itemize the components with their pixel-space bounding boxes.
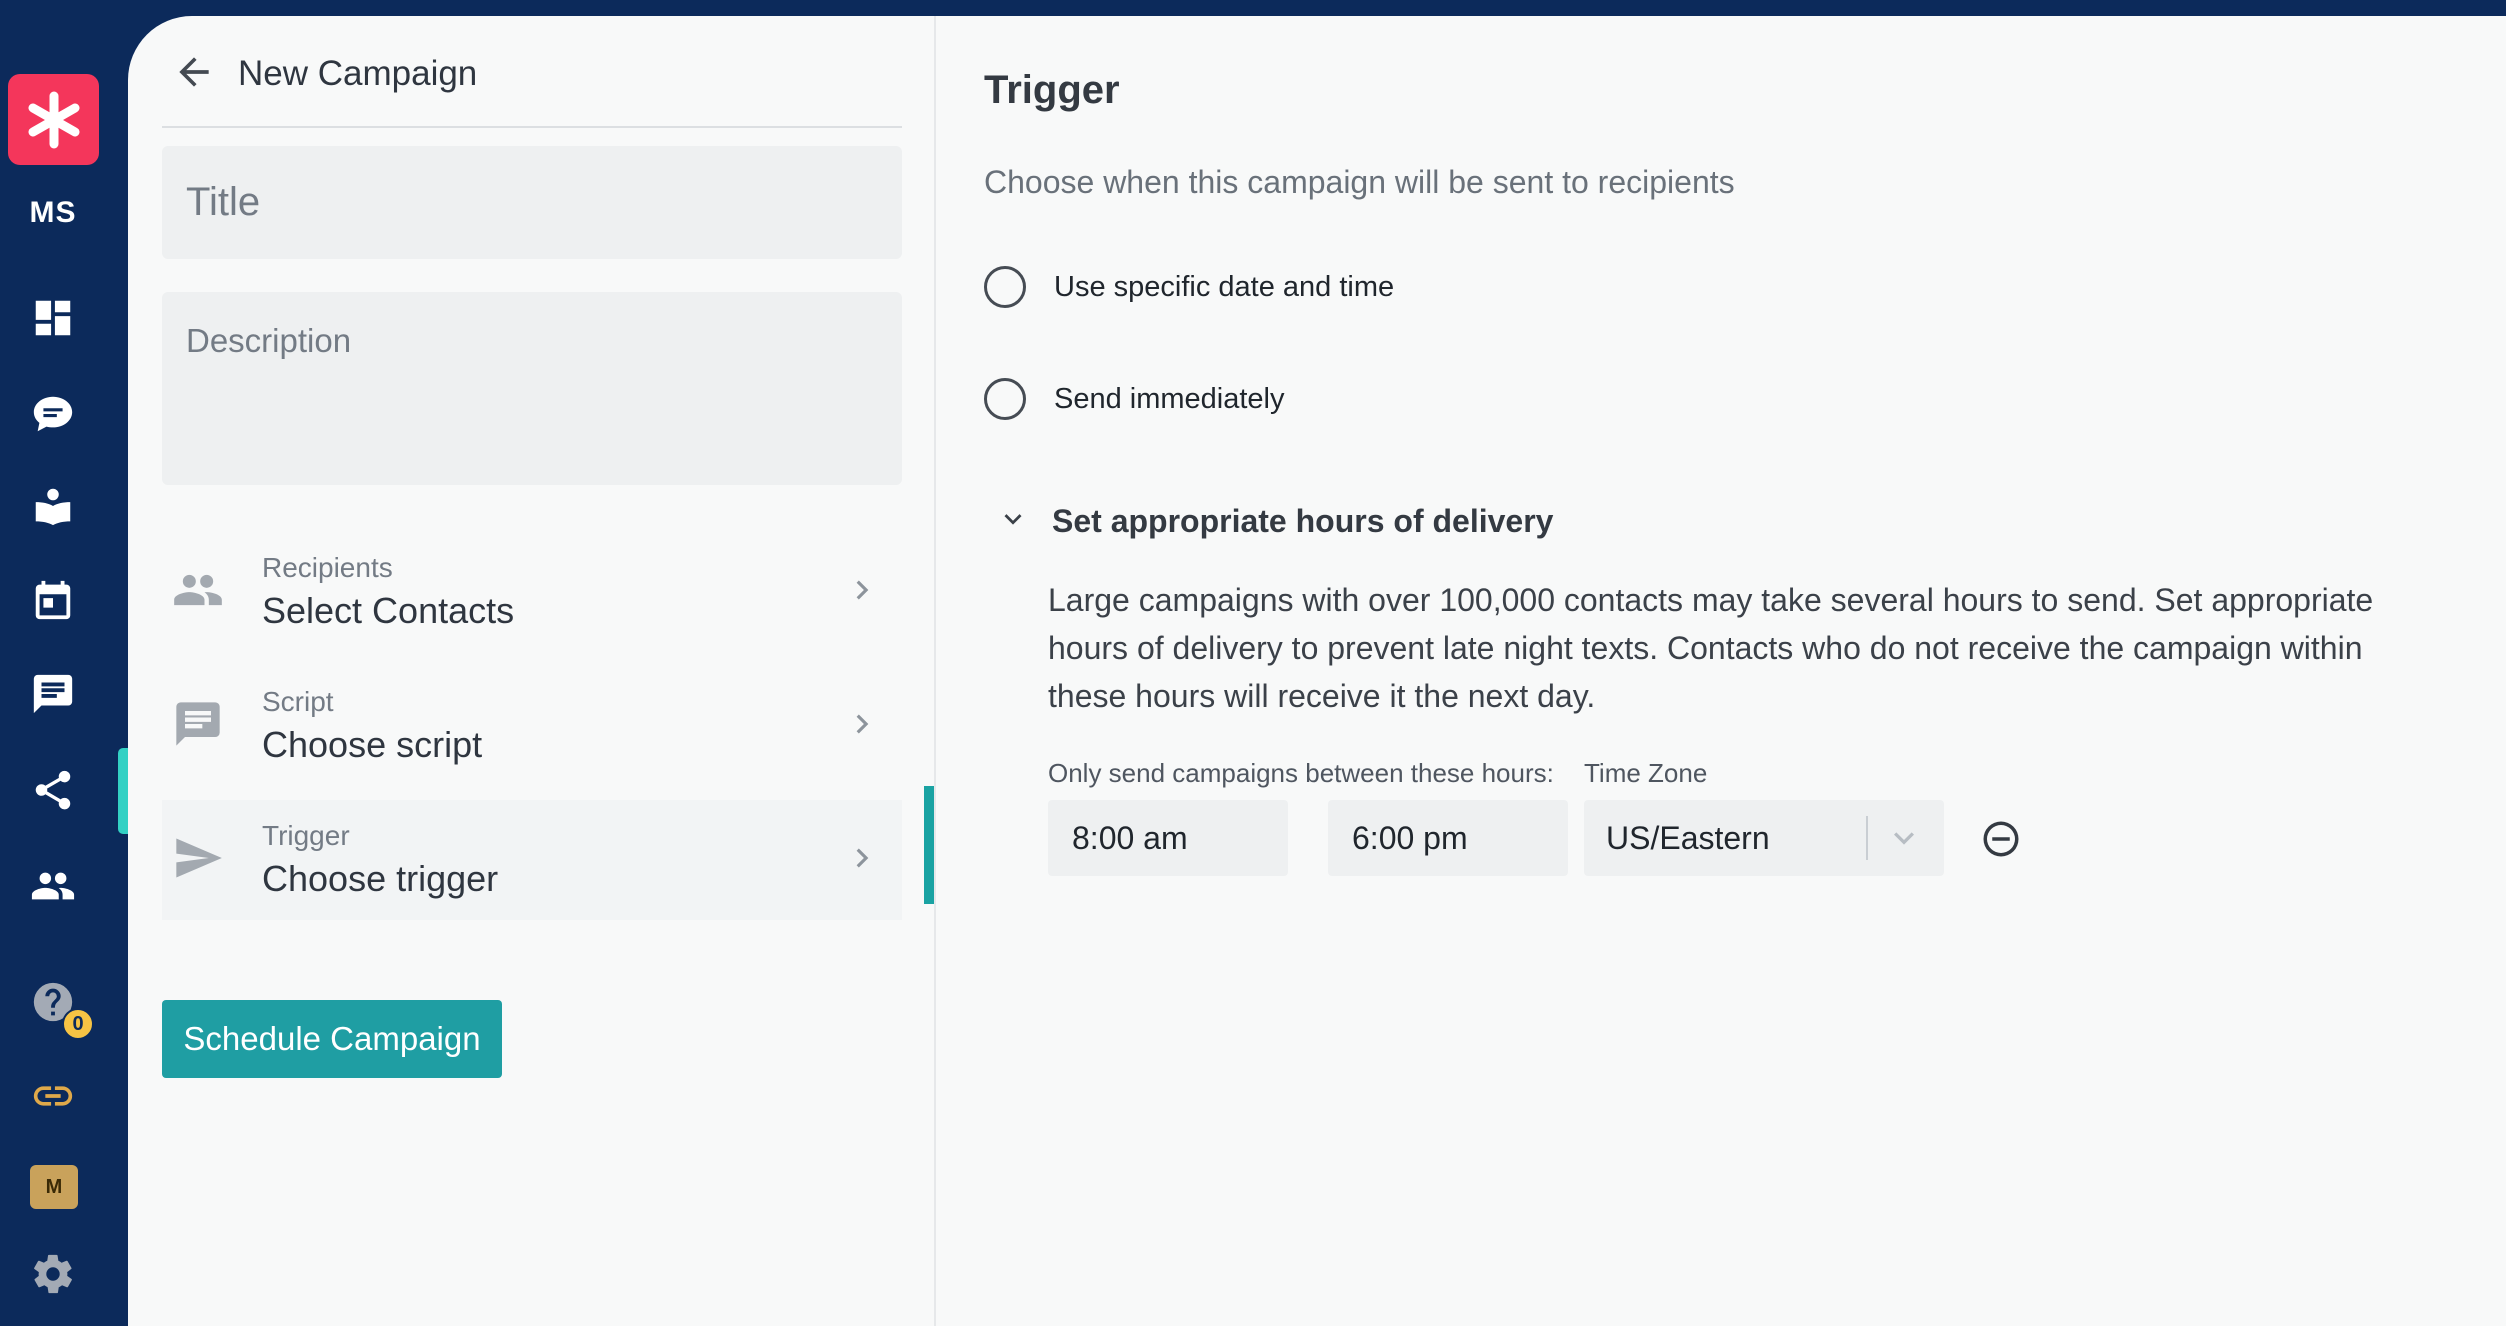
chevron-down-icon[interactable] <box>1884 818 1924 858</box>
radio-button[interactable] <box>984 378 1026 420</box>
chat-bubbles-icon[interactable] <box>29 390 77 438</box>
step-script[interactable]: Script Choose script <box>162 666 902 786</box>
asterisk-logo-icon <box>28 91 79 148</box>
start-time-input[interactable]: 8:00 am <box>1048 800 1288 876</box>
step-label: Trigger <box>262 820 350 851</box>
back-arrow-icon[interactable] <box>172 50 216 99</box>
workspace-initials[interactable]: MS <box>0 196 106 230</box>
trigger-subtitle: Choose when this campaign will be sent t… <box>984 164 1735 200</box>
page-title: New Campaign <box>238 54 478 93</box>
campaign-editor-card: New Campaign Recipients Select Contacts … <box>128 16 2506 1326</box>
timezone-label: Time Zone <box>1584 758 1708 788</box>
settings-gear-icon[interactable] <box>29 1250 77 1298</box>
campaign-form-panel: New Campaign Recipients Select Contacts … <box>128 16 936 1326</box>
timezone-value: US/Eastern <box>1606 819 1770 856</box>
delivery-hours-toggle[interactable]: Set appropriate hours of delivery <box>996 502 1553 541</box>
step-value: Select Contacts <box>262 590 515 631</box>
help-count-badge: 0 <box>62 1008 94 1040</box>
radio-label[interactable]: Use specific date and time <box>1054 271 1394 304</box>
step-label: Script <box>262 686 334 717</box>
step-trigger[interactable]: Trigger Choose trigger <box>162 800 902 920</box>
send-icon <box>172 832 224 889</box>
people-icon <box>172 564 224 621</box>
radio-label[interactable]: Send immediately <box>1054 383 1285 416</box>
step-value: Choose trigger <box>262 858 499 899</box>
step-value: Choose script <box>262 724 483 765</box>
brand-logo[interactable] <box>8 74 99 165</box>
description-input[interactable] <box>162 292 902 485</box>
chevron-right-icon <box>843 571 881 614</box>
select-separator <box>1866 816 1868 860</box>
hours-label: Only send campaigns between these hours: <box>1048 758 1554 788</box>
chevron-right-icon <box>843 705 881 748</box>
chevron-right-icon <box>843 839 881 882</box>
delivery-heading[interactable]: Set appropriate hours of delivery <box>1052 503 1553 540</box>
rail-active-indicator <box>118 748 128 834</box>
campaigns-share-icon[interactable] <box>29 766 77 814</box>
delivery-description: Large campaigns with over 100,000 contac… <box>1048 582 2374 714</box>
title-input[interactable] <box>162 146 902 259</box>
trigger-panel: Trigger Choose when this campaign will b… <box>936 16 2506 1326</box>
header-divider <box>162 126 902 128</box>
end-time-input[interactable]: 6:00 pm <box>1328 800 1568 876</box>
chevron-down-icon[interactable] <box>996 502 1030 541</box>
message-icon <box>172 698 224 755</box>
calendar-icon[interactable] <box>29 576 77 624</box>
timezone-select[interactable]: US/Eastern <box>1584 800 1944 876</box>
option-send-immediately[interactable]: Send immediately <box>984 378 1285 420</box>
step-recipients[interactable]: Recipients Select Contacts <box>162 532 902 652</box>
reader-icon[interactable] <box>29 482 77 530</box>
org-badge[interactable]: M <box>30 1165 78 1209</box>
left-navigation-rail: MS 0 M <box>0 0 128 1326</box>
back-header: New Campaign <box>172 44 477 104</box>
step-label: Recipients <box>262 552 393 583</box>
option-specific-date[interactable]: Use specific date and time <box>984 266 1394 308</box>
schedule-campaign-button[interactable]: Schedule Campaign <box>162 1000 502 1078</box>
dashboard-icon[interactable] <box>29 294 77 342</box>
contacts-people-icon[interactable] <box>29 862 77 910</box>
message-icon[interactable] <box>29 670 77 718</box>
trigger-title: Trigger <box>984 68 1120 112</box>
active-step-indicator <box>924 786 934 904</box>
link-icon[interactable] <box>29 1072 77 1120</box>
radio-button[interactable] <box>984 266 1026 308</box>
remove-circle-icon[interactable] <box>1980 818 2022 860</box>
